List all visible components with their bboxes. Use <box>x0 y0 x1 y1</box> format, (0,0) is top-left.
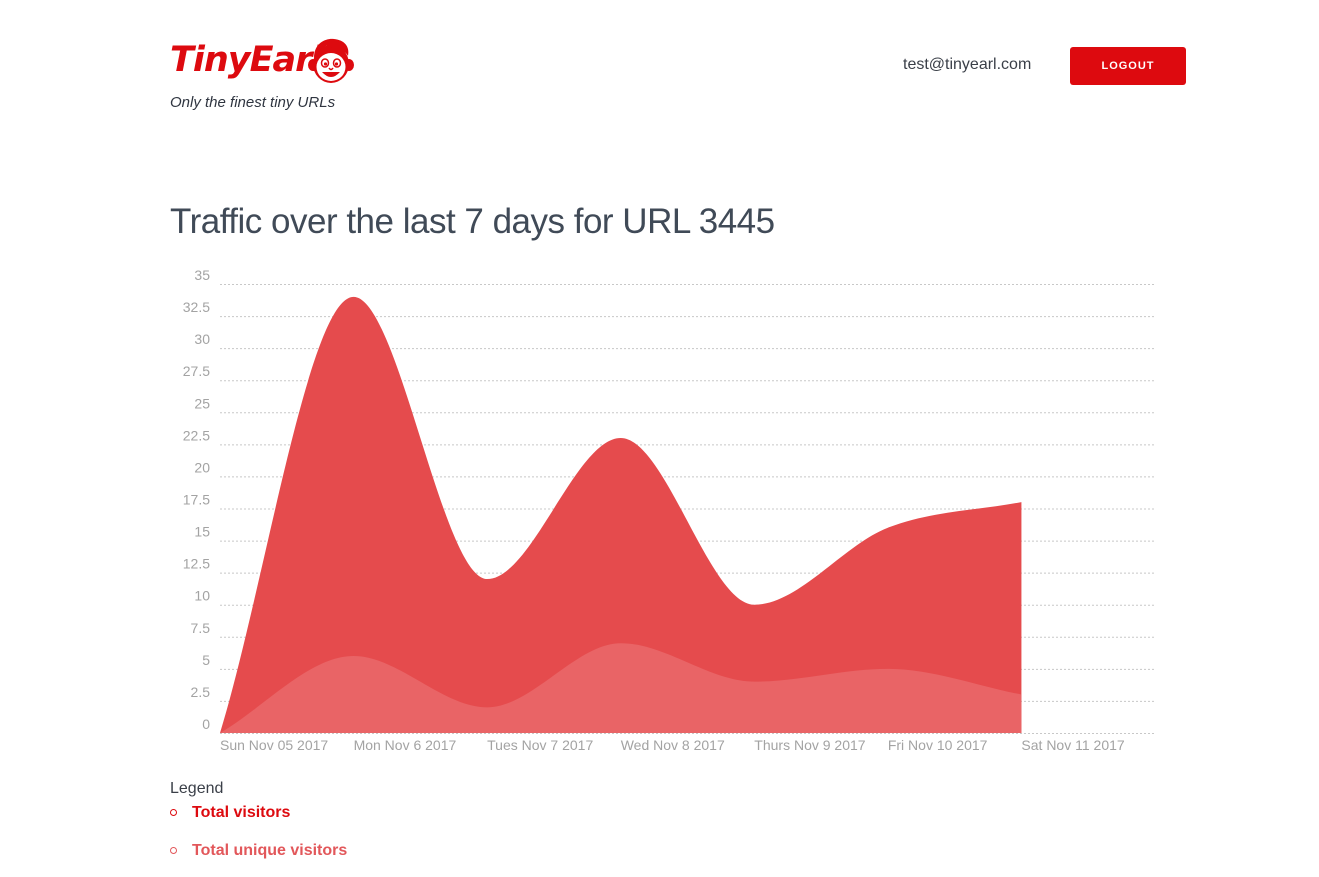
y-tick-label: 17.5 <box>183 492 210 508</box>
x-tick-label: Fri Nov 10 2017 <box>888 737 988 753</box>
y-tick-label: 20 <box>194 459 210 475</box>
legend: Total visitors Total unique visitors <box>170 802 347 862</box>
x-tick-label: Mon Nov 6 2017 <box>354 737 457 753</box>
x-tick-label: Sun Nov 05 2017 <box>220 737 328 753</box>
legend-bullet-icon <box>170 809 177 816</box>
legend-bullet-icon <box>170 847 177 854</box>
legend-item-total-visitors: Total visitors <box>170 802 347 824</box>
y-tick-label: 12.5 <box>183 556 210 572</box>
legend-item-unique-visitors: Total unique visitors <box>170 840 347 862</box>
legend-label: Total visitors <box>192 804 291 821</box>
y-tick-label: 35 <box>194 267 210 283</box>
x-tick-label: Wed Nov 8 2017 <box>621 737 725 753</box>
y-tick-label: 25 <box>194 395 210 411</box>
y-tick-label: 22.5 <box>183 427 210 443</box>
cartoon-face-icon <box>308 38 354 83</box>
y-tick-label: 30 <box>194 331 210 347</box>
user-email: test@tinyearl.com <box>903 56 1032 73</box>
legend-title: Legend <box>170 780 224 797</box>
y-tick-label: 27.5 <box>183 363 210 379</box>
logout-button[interactable]: LOGOUT <box>1070 47 1186 85</box>
y-tick-label: 32.5 <box>183 299 210 315</box>
x-tick-label: Sat Nov 11 2017 <box>1021 737 1124 753</box>
traffic-chart: 0 2.5 5 7.5 10 12.5 15 17.5 20 22.5 25 27.5 30 32.5 35… <box>183 267 1155 753</box>
y-tick-label: 15 <box>194 524 210 540</box>
x-tick-label: Thurs Nov 9 2017 <box>754 737 865 753</box>
y-tick-label: 0 <box>202 716 210 732</box>
y-tick-label: 5 <box>202 652 210 668</box>
legend-label: Total unique visitors <box>192 842 348 859</box>
x-tick-label: Tues Nov 7 2017 <box>487 737 593 753</box>
y-tick-label: 10 <box>194 588 210 604</box>
tagline: Only the finest tiny URLs <box>170 94 336 111</box>
logo-text: TinyEarl <box>170 40 323 80</box>
page-title: Traffic over the last 7 days for URL 344… <box>170 202 775 241</box>
y-tick-label: 7.5 <box>191 620 211 636</box>
y-tick-label: 2.5 <box>191 684 211 700</box>
